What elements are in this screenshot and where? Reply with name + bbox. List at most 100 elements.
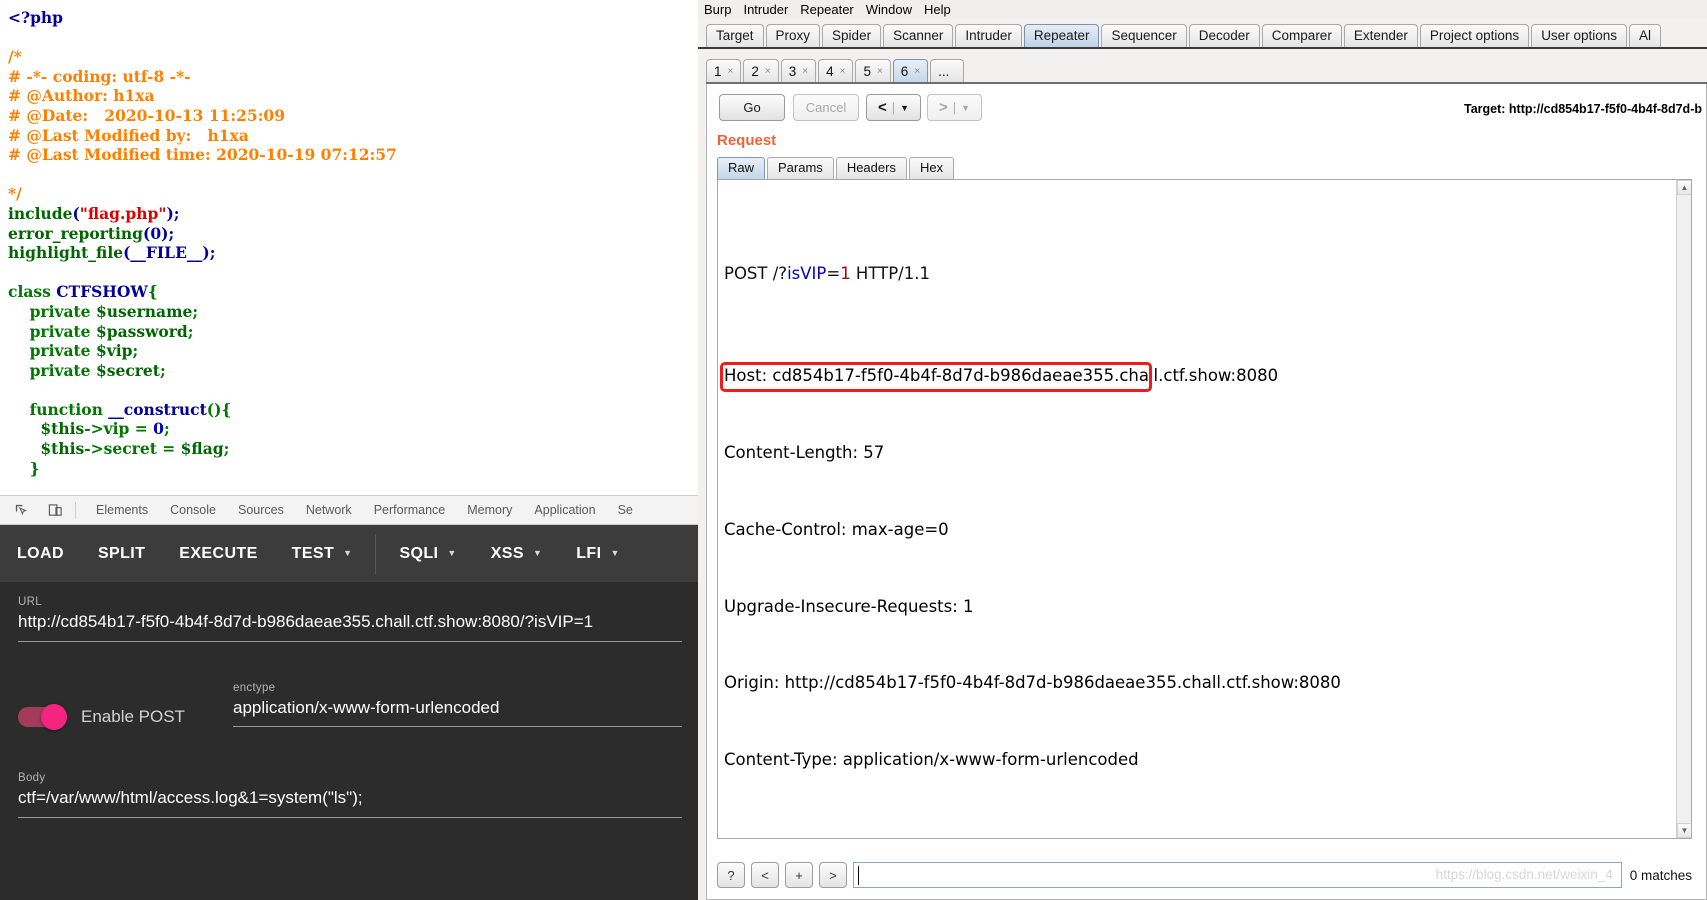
- php-source-code: <?php /* # -*- coding: utf-8 -*- # @Author…: [0, 0, 698, 495]
- toggle-device-toolbar-icon[interactable]: [42, 499, 68, 521]
- repeater-tab-3[interactable]: 3 ×: [780, 59, 817, 83]
- burp-tab-sequencer[interactable]: Sequencer: [1101, 24, 1187, 48]
- close-icon[interactable]: ×: [840, 66, 846, 77]
- forward-button[interactable]: > | ▼: [927, 94, 982, 121]
- enctype-value[interactable]: application/x-www-form-urlencoded: [233, 698, 682, 718]
- devtools-tab-memory[interactable]: Memory: [456, 495, 523, 525]
- find-bar: ? < + > https://blog.csdn.net/weixin_4 0…: [717, 861, 1692, 889]
- php-token: private: [8, 360, 96, 380]
- raw-request-text[interactable]: POST /?isVIP=1 HTTP/1.1 Host: cd854b17-f…: [718, 180, 1691, 838]
- hackbar-button-split[interactable]: SPLIT: [81, 525, 162, 582]
- repeater-tab-6[interactable]: 6 ×: [892, 59, 929, 83]
- php-token: ;: [163, 419, 170, 439]
- devtools-tab-elements[interactable]: Elements: [85, 495, 159, 525]
- burp-tab-intruder[interactable]: Intruder: [955, 24, 1022, 48]
- toggle-knob[interactable]: [41, 704, 67, 730]
- repeater-request-tabs[interactable]: 1 × 2 × 3 × 4 × 5 × 6 ×...: [706, 57, 1707, 83]
- raw-request-editor[interactable]: POST /?isVIP=1 HTTP/1.1 Host: cd854b17-f…: [717, 179, 1692, 839]
- chevron-down-icon[interactable]: ▼: [343, 525, 352, 582]
- back-button[interactable]: < | ▼: [866, 94, 921, 121]
- body-value[interactable]: ctf=/var/www/html/access.log&1=system("l…: [18, 788, 682, 808]
- burp-tab-spider[interactable]: Spider: [822, 24, 882, 48]
- chevron-down-icon[interactable]: ▼: [610, 525, 619, 582]
- burp-tab-extender[interactable]: Extender: [1343, 24, 1418, 48]
- burp-tab-scanner[interactable]: Scanner: [883, 24, 954, 48]
- devtools-tab-network[interactable]: Network: [295, 495, 363, 525]
- repeater-tab-5[interactable]: 5 ×: [855, 59, 891, 83]
- request-param-name: isVIP: [787, 263, 827, 283]
- hackbar-button-xss[interactable]: XSS ▼: [474, 525, 560, 582]
- burp-tab-al[interactable]: Al: [1628, 24, 1661, 48]
- message-view-tabs[interactable]: Raw Params Headers Hex: [717, 157, 956, 179]
- close-icon[interactable]: ×: [802, 66, 808, 77]
- toggle-track[interactable]: [18, 704, 67, 730]
- devtools-tabbar[interactable]: Elements Console Sources Network Perform…: [0, 495, 698, 525]
- burp-tab-user-options[interactable]: User options: [1531, 24, 1627, 48]
- chevron-down-icon[interactable]: ▼: [447, 525, 456, 582]
- menu-item-intruder[interactable]: Intruder: [737, 0, 794, 19]
- message-tab-hex[interactable]: Hex: [908, 157, 955, 179]
- enable-post-toggle[interactable]: Enable POST: [18, 704, 233, 730]
- add-button[interactable]: +: [785, 862, 813, 888]
- hackbar-button-sqli[interactable]: SQLI ▼: [382, 525, 473, 582]
- message-tab-params[interactable]: Params: [767, 157, 834, 179]
- next-match-button[interactable]: >: [819, 862, 847, 888]
- scroll-up-icon[interactable]: ▲: [1677, 180, 1691, 195]
- burp-tab-decoder[interactable]: Decoder: [1188, 24, 1260, 48]
- devtools-tab-application[interactable]: Application: [523, 495, 606, 525]
- find-input[interactable]: https://blog.csdn.net/weixin_4: [853, 862, 1622, 888]
- burp-menubar[interactable]: Burp Intruder Repeater Window Help: [698, 0, 1707, 19]
- repeater-tab-1[interactable]: 1 ×: [706, 59, 742, 83]
- devtools-tab-console[interactable]: Console: [159, 495, 227, 525]
- menu-item-burp[interactable]: Burp: [698, 0, 737, 19]
- hackbar-button-execute[interactable]: EXECUTE: [162, 525, 274, 582]
- hackbar-url-field[interactable]: URL http://cd854b17-f5f0-4b4f-8d7d-b986d…: [18, 596, 682, 642]
- message-tab-headers[interactable]: Headers: [835, 157, 907, 179]
- devtools-tab-performance[interactable]: Performance: [363, 495, 457, 525]
- hackbar-button-label: TEST: [291, 545, 335, 562]
- burp-tab-comparer[interactable]: Comparer: [1261, 24, 1342, 48]
- close-icon[interactable]: ×: [877, 66, 883, 77]
- menu-item-help[interactable]: Help: [918, 0, 957, 19]
- header-line: Upgrade-Insecure-Requests: 1: [724, 596, 974, 616]
- close-icon[interactable]: ×: [728, 66, 734, 77]
- watermark-text: https://blog.csdn.net/weixin_4: [1435, 867, 1613, 882]
- help-button[interactable]: ?: [717, 862, 745, 888]
- burp-tab-project-options[interactable]: Project options: [1419, 24, 1530, 48]
- menu-item-repeater[interactable]: Repeater: [794, 0, 859, 19]
- inspect-element-icon[interactable]: [8, 499, 34, 521]
- menu-item-window[interactable]: Window: [860, 0, 918, 19]
- hackbar-body-field[interactable]: Body ctf=/var/www/html/access.log&1=syst…: [18, 772, 682, 818]
- hackbar-toolbar[interactable]: LOAD SPLIT EXECUTE TEST ▼ SQLI ▼ XSS ▼ LFI ▼: [0, 525, 698, 582]
- scroll-down-icon[interactable]: ▼: [1677, 823, 1691, 838]
- hackbar-button-test[interactable]: TEST ▼: [275, 525, 370, 582]
- devtools-tab-security[interactable]: Se: [607, 495, 644, 525]
- hackbar-enctype-field[interactable]: enctype application/x-www-form-urlencode…: [233, 682, 682, 727]
- php-code-line: private $vip;: [8, 341, 698, 361]
- php-token: ->vip =: [84, 419, 154, 439]
- hackbar-button-load[interactable]: LOAD: [0, 525, 81, 582]
- hackbar-button-lfi[interactable]: LFI ▼: [559, 525, 637, 582]
- devtools-tab-sources[interactable]: Sources: [227, 495, 295, 525]
- go-button[interactable]: Go: [719, 94, 785, 121]
- cancel-button[interactable]: Cancel: [793, 94, 859, 121]
- url-value[interactable]: http://cd854b17-f5f0-4b4f-8d7d-b986daeae…: [18, 612, 682, 632]
- back-separator: |: [891, 100, 896, 115]
- repeater-tab-4[interactable]: 4 ×: [818, 59, 854, 83]
- burp-tab-repeater[interactable]: Repeater: [1023, 24, 1100, 48]
- request-http-version: HTTP/1.1: [850, 263, 930, 283]
- burp-tab-target[interactable]: Target: [706, 24, 764, 48]
- raw-editor-scrollbar[interactable]: ▲ ▼: [1676, 180, 1691, 838]
- prev-match-button[interactable]: <: [751, 862, 779, 888]
- chevron-down-icon[interactable]: ▼: [533, 525, 542, 582]
- close-icon[interactable]: ×: [914, 66, 920, 77]
- burp-main-tabs[interactable]: Target Proxy Spider Scanner Intruder Repeater…: [698, 22, 1707, 48]
- back-caret-icon[interactable]: ▼: [900, 103, 909, 113]
- close-icon[interactable]: ×: [765, 66, 771, 77]
- repeater-tab-label: 3: [788, 64, 797, 79]
- burp-tab-proxy[interactable]: Proxy: [765, 24, 821, 48]
- repeater-tab-moremoremore[interactable]: ...: [930, 59, 965, 83]
- forward-caret-icon[interactable]: ▼: [961, 103, 970, 113]
- repeater-tab-2[interactable]: 2 ×: [743, 59, 779, 83]
- message-tab-raw[interactable]: Raw: [717, 157, 766, 179]
